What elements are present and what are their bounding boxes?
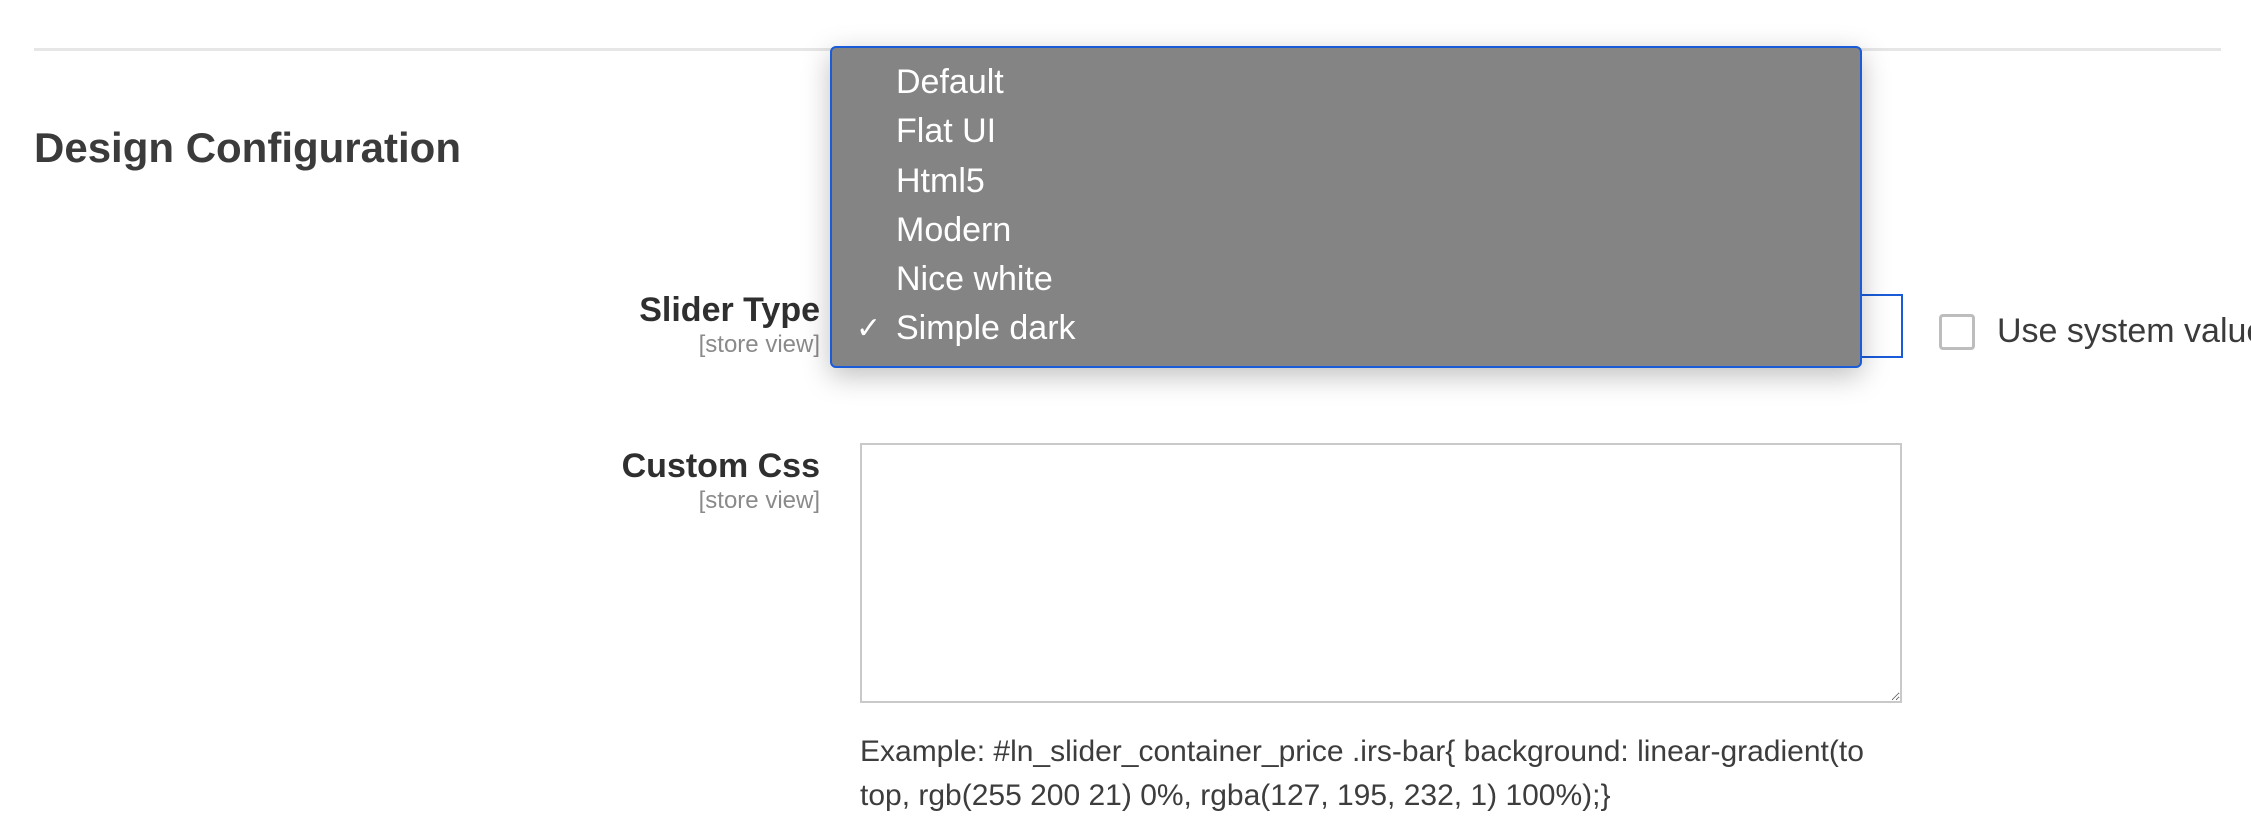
- slider-type-option-flat-ui[interactable]: Flat UI: [832, 107, 1860, 156]
- custom-css-label: Custom Css: [0, 448, 820, 485]
- custom-css-textarea[interactable]: [860, 443, 1902, 703]
- use-system-value-checkbox[interactable]: [1939, 314, 1975, 350]
- option-label: Modern: [896, 206, 1011, 255]
- slider-type-option-nice-white[interactable]: Nice white: [832, 255, 1860, 304]
- slider-type-label-block: Slider Type [store view]: [0, 292, 820, 359]
- slider-type-option-modern[interactable]: Modern: [832, 206, 1860, 255]
- custom-css-label-block: Custom Css [store view]: [0, 448, 820, 515]
- custom-css-hint: Example: #ln_slider_container_price .irs…: [860, 730, 1920, 817]
- slider-type-option-default[interactable]: Default: [832, 58, 1860, 107]
- slider-type-label: Slider Type: [0, 292, 820, 329]
- option-label: Simple dark: [896, 304, 1076, 353]
- slider-type-option-html5[interactable]: Html5: [832, 157, 1860, 206]
- slider-type-scope: [store view]: [0, 331, 820, 359]
- option-label: Nice white: [896, 255, 1053, 304]
- option-label: Default: [896, 58, 1004, 107]
- slider-type-dropdown[interactable]: Default Flat UI Html5 Modern Nice white …: [830, 46, 1862, 368]
- option-label: Flat UI: [896, 107, 996, 156]
- use-system-value-label: Use system value: [1997, 312, 2251, 351]
- use-system-value-row: Use system value: [1939, 312, 2251, 351]
- option-label: Html5: [896, 157, 985, 206]
- check-icon: ✓: [856, 307, 896, 351]
- section-title: Design Configuration: [34, 124, 461, 172]
- custom-css-scope: [store view]: [0, 487, 820, 515]
- slider-type-option-simple-dark[interactable]: ✓ Simple dark: [832, 304, 1860, 353]
